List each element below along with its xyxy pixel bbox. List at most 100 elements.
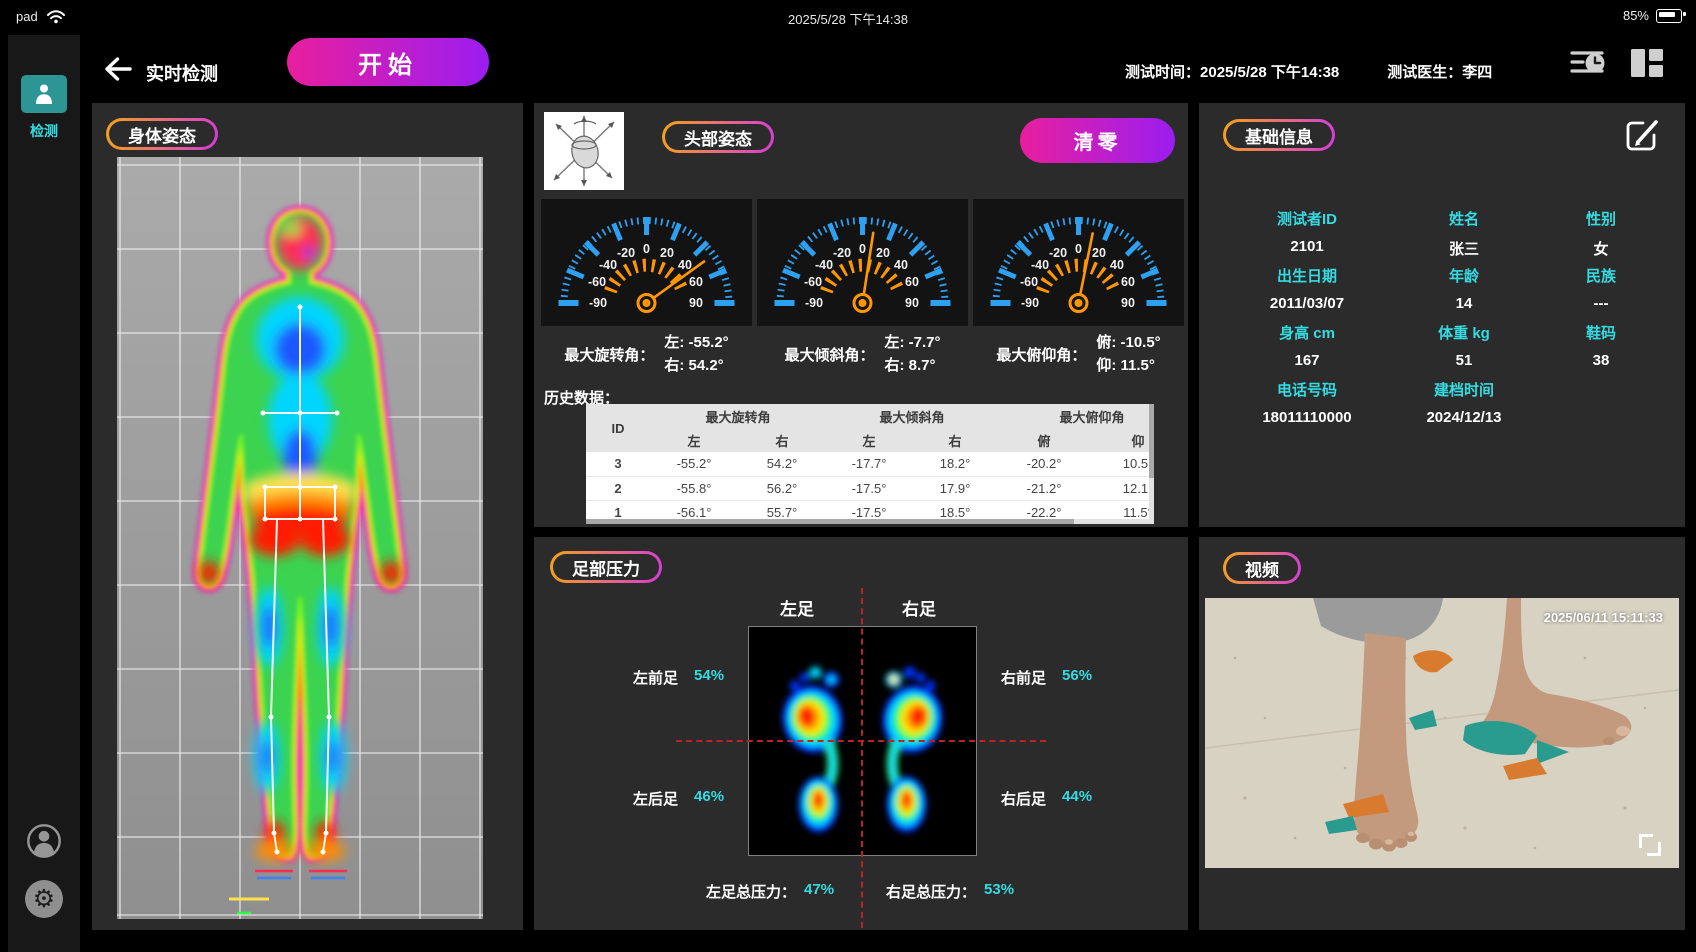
left-rearfoot-stat: 左后足46% xyxy=(633,788,724,809)
status-datetime: 2025/5/28 下午14:38 xyxy=(0,9,1696,28)
gauge-inner-orange-arc xyxy=(1042,265,1114,291)
table-vertical-scrollbar[interactable] xyxy=(1149,404,1154,524)
foot-pressure-panel: 足部压力 左足 右足 xyxy=(534,537,1188,930)
sidebar-item-detect[interactable] xyxy=(21,75,67,113)
field-shoe-size: 鞋码38 xyxy=(1535,319,1667,376)
svg-text:20: 20 xyxy=(1092,246,1106,260)
col-group-pitch: 最大俯仰角 xyxy=(998,404,1154,429)
back-button[interactable] xyxy=(100,54,134,84)
reading-rotation: 最大旋转角： 左: -55.2°右: 54.2° xyxy=(541,331,752,377)
basic-info-panel: 基础信息 测试者ID2101 姓名张三 性别女 出生日期2011/03/07 年… xyxy=(1199,103,1685,527)
field-record-date: 建档时间2024/12/13 xyxy=(1393,376,1535,433)
test-time: 测试时间：2025/5/28 下午14:38 xyxy=(1125,61,1339,82)
svg-text:-60: -60 xyxy=(804,275,822,289)
app-root: pad 2025/5/28 下午14:38 85% 检测 xyxy=(0,0,1696,952)
col-id: ID xyxy=(586,404,650,452)
col-left2: 左 xyxy=(826,429,912,452)
fullscreen-expand-icon[interactable] xyxy=(1639,834,1661,856)
svg-text:-90: -90 xyxy=(805,296,823,310)
svg-text:0: 0 xyxy=(643,242,650,256)
gear-icon: ⚙ xyxy=(33,887,55,912)
left-forefoot-stat: 左前足54% xyxy=(633,667,724,688)
head-posture-badge: 头部姿态 xyxy=(662,121,774,153)
svg-text:-40: -40 xyxy=(599,258,617,272)
dashboard-layout-icon xyxy=(1628,46,1666,80)
field-name: 姓名张三 xyxy=(1393,205,1535,262)
field-age: 年龄14 xyxy=(1393,262,1535,319)
field-ethnicity: 民族--- xyxy=(1535,262,1667,319)
test-doctor: 测试医生：李四 xyxy=(1387,61,1492,82)
svg-text:-20: -20 xyxy=(1049,246,1067,260)
layout-view-button[interactable] xyxy=(1628,46,1666,80)
head-axes-thumbnail xyxy=(544,112,624,190)
reading-pitch: 最大俯仰角： 俯: -10.5°仰: 11.5° xyxy=(973,331,1184,377)
back-arrow-icon xyxy=(100,54,134,84)
svg-text:40: 40 xyxy=(678,258,692,272)
battery-percent: 85% xyxy=(1623,8,1649,23)
svg-text:-40: -40 xyxy=(1031,258,1049,272)
svg-text:-90: -90 xyxy=(589,296,607,310)
gauge-inner-orange-arc xyxy=(826,265,898,291)
svg-text:-90: -90 xyxy=(1021,296,1039,310)
gauge-pivot-dot xyxy=(643,299,651,307)
svg-text:90: 90 xyxy=(905,296,919,310)
video-panel: 视频 xyxy=(1199,537,1685,930)
svg-text:90: 90 xyxy=(1121,296,1135,310)
svg-text:-60: -60 xyxy=(588,275,606,289)
crosshair-vertical xyxy=(861,588,863,928)
table-row: 3 -55.2°54.2° -17.7°18.2° -20.2°10.5° xyxy=(586,452,1154,476)
clear-button[interactable]: 清零 xyxy=(1020,118,1175,163)
user-avatar-button[interactable] xyxy=(25,822,63,860)
col-up: 仰 xyxy=(1090,429,1154,452)
svg-text:40: 40 xyxy=(894,258,908,272)
col-down: 俯 xyxy=(998,429,1090,452)
head-angle-gauge-dial: -90 -60 -40 -20 0 20 40 60 90 xyxy=(757,199,968,326)
history-table: ID 最大旋转角 最大倾斜角 最大俯仰角 左 右 左 右 俯 仰 3 -55.2… xyxy=(586,404,1154,524)
crosshair-horizontal xyxy=(676,740,1046,742)
gauge-rotation: -90 -60 -40 -20 0 20 40 60 90 xyxy=(541,199,752,326)
sidebar-detect-label: 检测 xyxy=(8,121,80,141)
head-angle-gauge-dial: -90 -60 -40 -20 0 20 40 60 90 xyxy=(541,199,752,326)
gauge-inner-orange-arc xyxy=(610,265,682,291)
settings-button[interactable]: ⚙ xyxy=(25,880,63,918)
reading-tilt: 最大倾斜角： 左: -7.7°右: 8.7° xyxy=(757,331,968,377)
start-button[interactable]: 开始 xyxy=(287,38,489,86)
video-timestamp: 2025/06/11 15:11:33 xyxy=(1544,610,1663,625)
table-horizontal-scrollbar[interactable] xyxy=(586,519,1154,524)
gauge-pivot-dot xyxy=(1075,299,1083,307)
col-group-tilt: 最大倾斜角 xyxy=(826,404,998,429)
table-row: 2 -55.8°56.2° -17.5°17.9° -21.2°12.1° xyxy=(586,476,1154,500)
svg-text:-20: -20 xyxy=(617,246,635,260)
svg-text:20: 20 xyxy=(660,246,674,260)
edit-pencil-icon xyxy=(1623,115,1663,155)
field-gender: 性别女 xyxy=(1535,205,1667,262)
history-list-clock-icon xyxy=(1569,46,1607,80)
svg-text:60: 60 xyxy=(905,275,919,289)
svg-text:60: 60 xyxy=(689,275,703,289)
col-left1: 左 xyxy=(650,429,738,452)
field-birthdate: 出生日期2011/03/07 xyxy=(1221,262,1393,319)
right-total-pressure: 右足总压力：53% xyxy=(886,881,1014,902)
gauge-major-ticks xyxy=(775,217,951,303)
left-foot-label: 左足 xyxy=(780,595,814,620)
svg-text:0: 0 xyxy=(1075,242,1082,256)
basic-info-badge: 基础信息 xyxy=(1223,119,1335,151)
body-posture-panel: 身体姿态 xyxy=(92,103,523,930)
body-posture-badge: 身体姿态 xyxy=(106,118,218,150)
col-group-rotation: 最大旋转角 xyxy=(650,404,826,429)
page-title: 实时检测 xyxy=(146,60,218,86)
col-right2: 右 xyxy=(912,429,998,452)
svg-text:-40: -40 xyxy=(815,258,833,272)
history-records-button[interactable] xyxy=(1569,46,1607,80)
status-bar: pad 2025/5/28 下午14:38 85% xyxy=(0,0,1696,34)
svg-text:20: 20 xyxy=(876,246,890,260)
field-height: 身高 cm167 xyxy=(1221,319,1393,376)
user-icon xyxy=(25,822,63,860)
edit-info-button[interactable] xyxy=(1623,115,1663,155)
svg-text:-20: -20 xyxy=(833,246,851,260)
svg-text:60: 60 xyxy=(1121,275,1135,289)
right-rearfoot-stat: 右后足44% xyxy=(1001,788,1092,809)
svg-text:-60: -60 xyxy=(1020,275,1038,289)
head-angle-gauge-dial: -90 -60 -40 -20 0 20 40 60 90 xyxy=(973,199,1184,326)
info-fields-grid: 测试者ID2101 姓名张三 性别女 出生日期2011/03/07 年龄14 民… xyxy=(1221,205,1667,433)
